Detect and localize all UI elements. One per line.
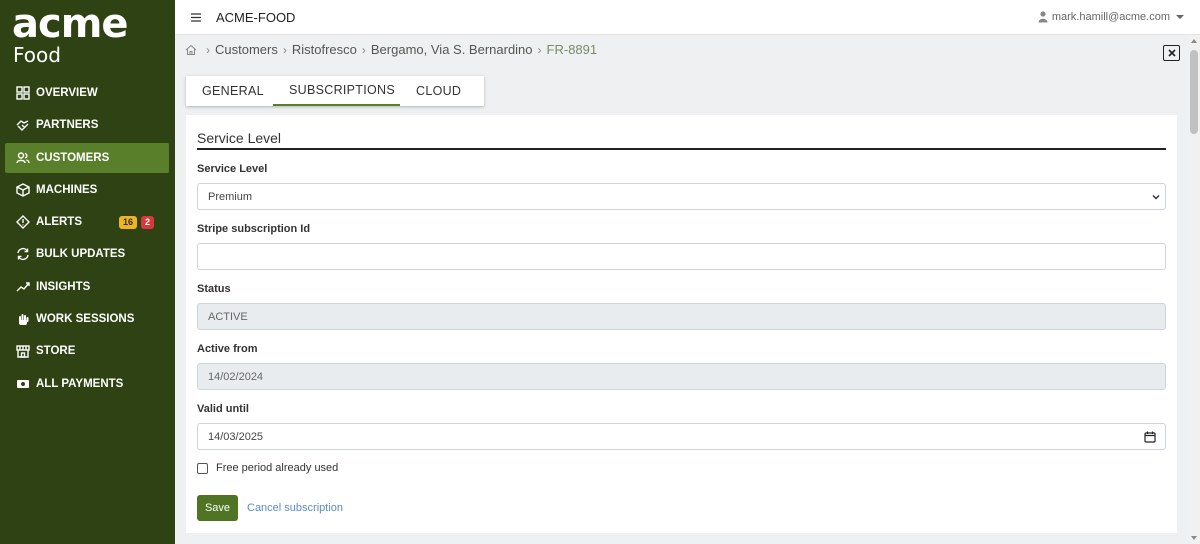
store-icon (16, 344, 30, 359)
active-from-field: 14/02/2024 (197, 363, 1166, 390)
grid-icon (16, 86, 30, 100)
chevron-right-icon: › (282, 42, 287, 57)
breadcrumb-current: FR-8891 (546, 42, 598, 57)
tab-general[interactable]: GENERAL (186, 76, 273, 106)
section-divider (197, 148, 1166, 150)
sidebar-item-partners[interactable]: PARTNERS (5, 110, 169, 140)
money-icon (16, 377, 30, 391)
handshake-icon (16, 118, 30, 132)
sidebar-nav: OVERVIEW PARTNERS CUSTOMERS MACHINES ALE… (5, 78, 169, 401)
active-from-value: 14/02/2024 (208, 370, 264, 383)
diamond-alert-icon (16, 215, 30, 230)
sidebar-item-label: WORK SESSIONS (36, 313, 135, 326)
sidebar-item-store[interactable]: STORE (5, 336, 169, 366)
stripe-id-input[interactable] (197, 243, 1166, 270)
sidebar-item-machines[interactable]: MACHINES (5, 175, 169, 205)
breadcrumb-location[interactable]: Bergamo, Via S. Bernardino (371, 42, 533, 57)
user-menu[interactable]: mark.hamill@acme.com (1038, 11, 1184, 23)
sidebar-item-label: MACHINES (36, 183, 98, 196)
sidebar-item-label: OVERVIEW (36, 87, 98, 99)
cancel-subscription-link[interactable]: Cancel subscription (247, 502, 343, 514)
hand-icon (16, 312, 30, 326)
refresh-icon (16, 247, 30, 261)
status-label: Status (197, 283, 231, 295)
chevron-down-icon (1176, 15, 1184, 19)
free-period-row[interactable]: Free period already used (197, 462, 338, 474)
sidebar: acme Food OVERVIEW PARTNERS CUSTOMERS MA… (0, 0, 175, 544)
sidebar-item-bulk-updates[interactable]: BULK UPDATES (5, 239, 169, 269)
service-level-label: Service Level (197, 163, 268, 175)
chevron-right-icon: › (537, 42, 542, 57)
valid-until-date-input[interactable]: 14/03/2025 (197, 423, 1166, 450)
tab-subscriptions[interactable]: SUBSCRIPTIONS (273, 76, 400, 106)
subscription-form-card: Service Level Service Level Premium Stri… (186, 115, 1177, 533)
user-email: mark.hamill@acme.com (1051, 11, 1170, 23)
brand-name: acme (12, 1, 129, 47)
breadcrumb: › Customers › Ristofresco › Bergamo, Via… (185, 42, 597, 57)
tab-bar: GENERAL SUBSCRIPTIONS CLOUD (186, 76, 484, 106)
valid-until-value: 14/03/2025 (208, 430, 264, 443)
close-icon[interactable] (1163, 45, 1180, 61)
sidebar-item-work-sessions[interactable]: WORK SESSIONS (5, 304, 169, 334)
hamburger-menu-icon[interactable] (190, 9, 202, 25)
scroll-down-arrow-icon[interactable] (1191, 536, 1197, 540)
alerts-warning-badge: 16 (119, 215, 138, 229)
sidebar-item-label: STORE (36, 345, 76, 358)
users-icon (16, 151, 30, 165)
chevron-right-icon: › (361, 42, 366, 57)
valid-until-label: Valid until (197, 403, 249, 415)
scroll-thumb[interactable] (1190, 50, 1198, 134)
sidebar-item-customers[interactable]: CUSTOMERS (5, 142, 169, 173)
brand-logo[interactable]: acme Food (12, 1, 129, 67)
chevron-right-icon: › (206, 42, 210, 57)
sidebar-item-label: ALERTS (36, 216, 82, 229)
save-button[interactable]: Save (197, 495, 238, 521)
breadcrumb-customers[interactable]: Customers (215, 42, 278, 57)
tab-cloud[interactable]: CLOUD (400, 76, 484, 106)
sidebar-item-label: BULK UPDATES (36, 248, 126, 261)
page-scrollbar[interactable] (1188, 35, 1200, 544)
scroll-up-arrow-icon[interactable] (1191, 39, 1197, 43)
alerts-danger-badge: 2 (141, 215, 155, 229)
service-level-value: Premium (208, 190, 253, 203)
sidebar-item-label: ALL PAYMENTS (36, 377, 124, 390)
status-field: ACTIVE (197, 303, 1166, 330)
service-level-select[interactable]: Premium (197, 183, 1166, 210)
section-title: Service Level (197, 130, 282, 146)
sidebar-item-label: PARTNERS (36, 119, 99, 132)
sidebar-item-label: INSIGHTS (36, 280, 91, 293)
top-bar: ACME-FOOD mark.hamill@acme.com (175, 0, 1200, 35)
box-icon (16, 183, 30, 197)
home-icon[interactable] (185, 44, 197, 56)
breadcrumb-customer[interactable]: Ristofresco (292, 42, 357, 57)
trend-icon (16, 280, 30, 294)
calendar-icon[interactable] (1144, 431, 1156, 443)
sidebar-item-overview[interactable]: OVERVIEW (5, 78, 169, 108)
free-period-checkbox[interactable] (197, 462, 208, 474)
sidebar-item-label: CUSTOMERS (36, 151, 110, 164)
status-value: ACTIVE (208, 310, 248, 323)
sidebar-item-insights[interactable]: INSIGHTS (5, 272, 169, 302)
active-from-label: Active from (197, 343, 258, 355)
sidebar-item-all-payments[interactable]: ALL PAYMENTS (5, 369, 169, 399)
user-icon (1038, 11, 1048, 23)
app-title: ACME-FOOD (216, 10, 296, 25)
stripe-id-label: Stripe subscription Id (197, 223, 311, 235)
chevron-down-icon (1152, 194, 1160, 200)
sidebar-item-alerts[interactable]: ALERTS 16 2 (5, 207, 169, 237)
free-period-label: Free period already used (216, 462, 339, 474)
